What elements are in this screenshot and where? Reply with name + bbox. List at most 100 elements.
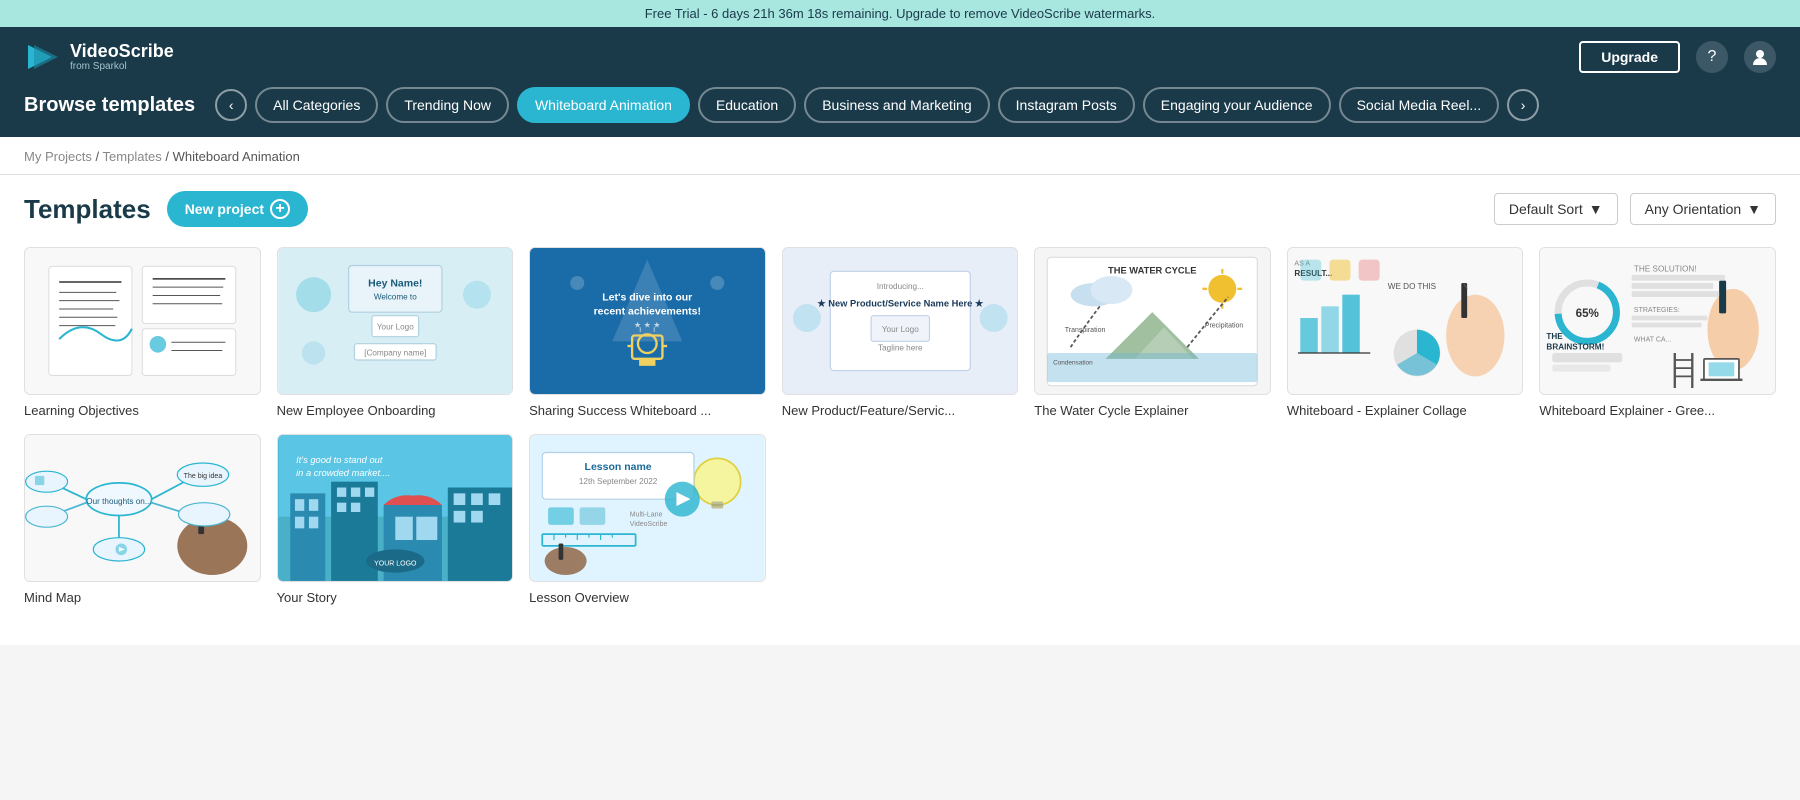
logo-name-text: VideoScribe (70, 41, 174, 61)
svg-text:Let's dive into our: Let's dive into our (602, 292, 692, 304)
cat-whiteboard-animation[interactable]: Whiteboard Animation (517, 87, 690, 123)
template-thumb-collage: AS A RESULT... (1287, 247, 1524, 395)
svg-text:THE: THE (1547, 332, 1564, 341)
chevron-down-icon: ▼ (1589, 201, 1603, 217)
svg-text:THE WATER CYCLE: THE WATER CYCLE (1108, 266, 1196, 276)
template-thumb-learning (24, 247, 261, 395)
help-icon: ? (1708, 48, 1717, 66)
template-name-brainstorm: Whiteboard Explainer - Gree... (1539, 403, 1776, 418)
nav-next-button[interactable]: › (1507, 89, 1539, 121)
template-card-mindmap[interactable]: Our thoughts on... The big idea (24, 434, 261, 605)
svg-text:VideoScribe: VideoScribe (630, 521, 668, 528)
cat-education[interactable]: Education (698, 87, 796, 123)
banner-text: Free Trial - 6 days 21h 36m 18s remainin… (645, 6, 1156, 21)
svg-text:BRAINSTORM!: BRAINSTORM! (1547, 343, 1605, 352)
new-project-label: New project (185, 201, 264, 217)
orientation-dropdown[interactable]: Any Orientation ▼ (1630, 193, 1776, 225)
template-card-product[interactable]: Introducing... ★ New Product/Service Nam… (782, 247, 1019, 418)
cat-engaging-audience[interactable]: Engaging your Audience (1143, 87, 1331, 123)
svg-text:Welcome to: Welcome to (373, 292, 416, 301)
logo-sub-text: from Sparkol (70, 61, 174, 72)
template-card-sharing[interactable]: Let's dive into our recent achievements!… (529, 247, 766, 418)
template-name-water: The Water Cycle Explainer (1034, 403, 1271, 418)
breadcrumb-current: Whiteboard Animation (173, 149, 300, 164)
template-name-mindmap: Mind Map (24, 590, 261, 605)
svg-text:65%: 65% (1576, 307, 1600, 320)
svg-text:Condensation: Condensation (1053, 360, 1093, 367)
template-name-yourstory: Your Story (277, 590, 514, 605)
svg-text:THE SOLUTION!: THE SOLUTION! (1634, 264, 1697, 273)
svg-text:recent achievements!: recent achievements! (594, 306, 701, 318)
svg-text:The big idea: The big idea (184, 473, 223, 480)
new-project-button[interactable]: New project + (167, 191, 308, 227)
content-area: Templates New project + Default Sort ▼ A… (0, 175, 1800, 645)
header: VideoScribe from Sparkol Upgrade ? (0, 27, 1800, 87)
account-icon (1751, 48, 1769, 66)
breadcrumb-sep1: / (96, 149, 103, 164)
svg-text:Your Logo: Your Logo (376, 323, 413, 332)
logo-area: VideoScribe from Sparkol (24, 39, 174, 75)
plus-circle-icon: + (270, 199, 290, 219)
template-thumb-product: Introducing... ★ New Product/Service Nam… (782, 247, 1019, 395)
sort-label: Default Sort (1509, 201, 1583, 217)
svg-text:Transpiration: Transpiration (1065, 327, 1106, 334)
chevron-down-icon-2: ▼ (1747, 201, 1761, 217)
template-card-brainstorm[interactable]: 65% THE SOLUTION! STRATEGIES: THE BRAINS… (1539, 247, 1776, 418)
cat-instagram-posts[interactable]: Instagram Posts (998, 87, 1135, 123)
template-name-lesson: Lesson Overview (529, 590, 766, 605)
template-thumb-onboarding: Hey Name! Welcome to Your Logo [Company … (277, 247, 514, 395)
template-card-onboarding[interactable]: Hey Name! Welcome to Your Logo [Company … (277, 247, 514, 418)
svg-text:Tagline here: Tagline here (878, 344, 923, 353)
svg-text:Our thoughts on...: Our thoughts on... (86, 497, 151, 506)
nav-prev-button[interactable]: ‹ (215, 89, 247, 121)
template-thumb-sharing: Let's dive into our recent achievements!… (529, 247, 766, 395)
breadcrumb-templates[interactable]: Templates (103, 149, 162, 164)
svg-text:Introducing...: Introducing... (876, 282, 923, 291)
breadcrumb-area: My Projects / Templates / Whiteboard Ani… (0, 137, 1800, 175)
orientation-label: Any Orientation (1645, 201, 1742, 217)
page-title: Templates (24, 194, 151, 225)
svg-text:in a crowded market....: in a crowded market.... (296, 468, 390, 478)
upgrade-button[interactable]: Upgrade (1579, 41, 1680, 73)
svg-text:STRATEGIES:: STRATEGIES: (1634, 307, 1680, 314)
template-card-water[interactable]: THE WATER CYCLE (1034, 247, 1271, 418)
empty-slot-6 (1287, 434, 1524, 605)
template-name-collage: Whiteboard - Explainer Collage (1287, 403, 1524, 418)
svg-text:WE DO THIS: WE DO THIS (1388, 282, 1437, 291)
breadcrumb-sep2: / (165, 149, 172, 164)
template-thumb-mindmap: Our thoughts on... The big idea (24, 434, 261, 582)
header-right: Upgrade ? (1579, 41, 1776, 73)
template-thumb-yourstory: It's good to stand out in a crowded mark… (277, 434, 514, 582)
template-name-product: New Product/Feature/Servic... (782, 403, 1019, 418)
template-thumb-lesson: Lesson name 12th September 2022 Multi-La… (529, 434, 766, 582)
cat-business-marketing[interactable]: Business and Marketing (804, 87, 989, 123)
content-header-left: Templates New project + (24, 191, 308, 227)
content-header: Templates New project + Default Sort ▼ A… (24, 191, 1776, 227)
svg-text:12th September 2022: 12th September 2022 (579, 477, 658, 486)
svg-text:[Company name]: [Company name] (364, 348, 426, 357)
svg-text:Precipitation: Precipitation (1205, 322, 1244, 329)
template-card-collage[interactable]: AS A RESULT... (1287, 247, 1524, 418)
svg-text:★ ★ ★: ★ ★ ★ (634, 320, 660, 329)
template-grid-row1: Learning Objectives Hey Name! Welcome to… (24, 247, 1776, 418)
content-header-right: Default Sort ▼ Any Orientation ▼ (1494, 193, 1776, 225)
template-card-lesson[interactable]: Lesson name 12th September 2022 Multi-La… (529, 434, 766, 605)
svg-text:Your Logo: Your Logo (882, 325, 919, 334)
cat-social-media[interactable]: Social Media Reel... (1339, 87, 1500, 123)
sort-dropdown[interactable]: Default Sort ▼ (1494, 193, 1618, 225)
template-card-yourstory[interactable]: It's good to stand out in a crowded mark… (277, 434, 514, 605)
cat-all-categories[interactable]: All Categories (255, 87, 378, 123)
template-name-onboarding: New Employee Onboarding (277, 403, 514, 418)
breadcrumb: My Projects / Templates / Whiteboard Ani… (24, 149, 1776, 174)
svg-text:WHAT CA...: WHAT CA... (1634, 336, 1672, 343)
svg-text:Multi-Lane: Multi-Lane (630, 512, 663, 519)
svg-text:Hey Name!: Hey Name! (368, 278, 422, 290)
breadcrumb-my-projects[interactable]: My Projects (24, 149, 92, 164)
trial-banner: Free Trial - 6 days 21h 36m 18s remainin… (0, 0, 1800, 27)
cat-trending-now[interactable]: Trending Now (386, 87, 509, 123)
account-button[interactable] (1744, 41, 1776, 73)
browse-title: Browse templates (24, 94, 195, 117)
help-button[interactable]: ? (1696, 41, 1728, 73)
svg-text:★ New Product/Service Name Her: ★ New Product/Service Name Here ★ (816, 298, 984, 308)
template-card-learning[interactable]: Learning Objectives (24, 247, 261, 418)
